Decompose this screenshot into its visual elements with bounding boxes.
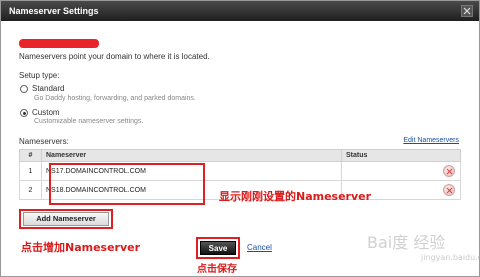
close-icon	[463, 7, 471, 15]
cancel-link[interactable]: Cancel	[247, 243, 272, 252]
nameserver-settings-dialog: Nameserver Settings Nameservers point yo…	[0, 0, 480, 277]
redacted-domain-marker	[19, 39, 99, 48]
row-number: 2	[19, 180, 42, 200]
column-header-nameserver: Nameserver	[41, 149, 342, 162]
custom-label: Custom	[32, 108, 60, 117]
delete-nameserver-icon[interactable]	[443, 184, 455, 196]
standard-description: Go Daddy hosting, forwarding, and parked…	[34, 95, 196, 102]
standard-label: Standard	[32, 84, 65, 93]
save-annotation: 点击保存	[197, 264, 237, 275]
nameserver-annotation: 显示刚刚设置的Nameserver	[219, 190, 372, 203]
save-highlight-box	[196, 237, 240, 259]
dialog-title: Nameserver Settings	[9, 6, 99, 16]
setup-type-label: Setup type:	[19, 71, 60, 80]
watermark-logo: Bai度 经验	[367, 233, 446, 252]
nameserver-highlight-box	[49, 163, 205, 205]
close-button[interactable]	[461, 5, 473, 17]
delete-nameserver-icon[interactable]	[443, 165, 455, 177]
table-header-row: # Nameserver Status	[19, 149, 461, 162]
custom-radio[interactable]	[20, 109, 28, 117]
column-header-number: #	[19, 149, 42, 162]
edit-nameservers-link[interactable]: Edit Nameservers	[403, 137, 459, 144]
status-cell	[341, 161, 461, 181]
intro-text: Nameservers point your domain to where i…	[19, 52, 210, 61]
custom-description: Customizable nameserver settings.	[34, 118, 144, 125]
watermark-url: jingyan.baidu.com	[421, 253, 480, 262]
standard-radio[interactable]	[20, 85, 28, 93]
column-header-status: Status	[341, 149, 461, 162]
nameservers-label: Nameservers:	[19, 137, 69, 146]
title-bar: Nameserver Settings	[1, 1, 479, 21]
add-annotation: 点击增加Nameserver	[21, 241, 141, 254]
row-number: 1	[19, 161, 42, 181]
add-button-highlight-box	[19, 209, 113, 229]
